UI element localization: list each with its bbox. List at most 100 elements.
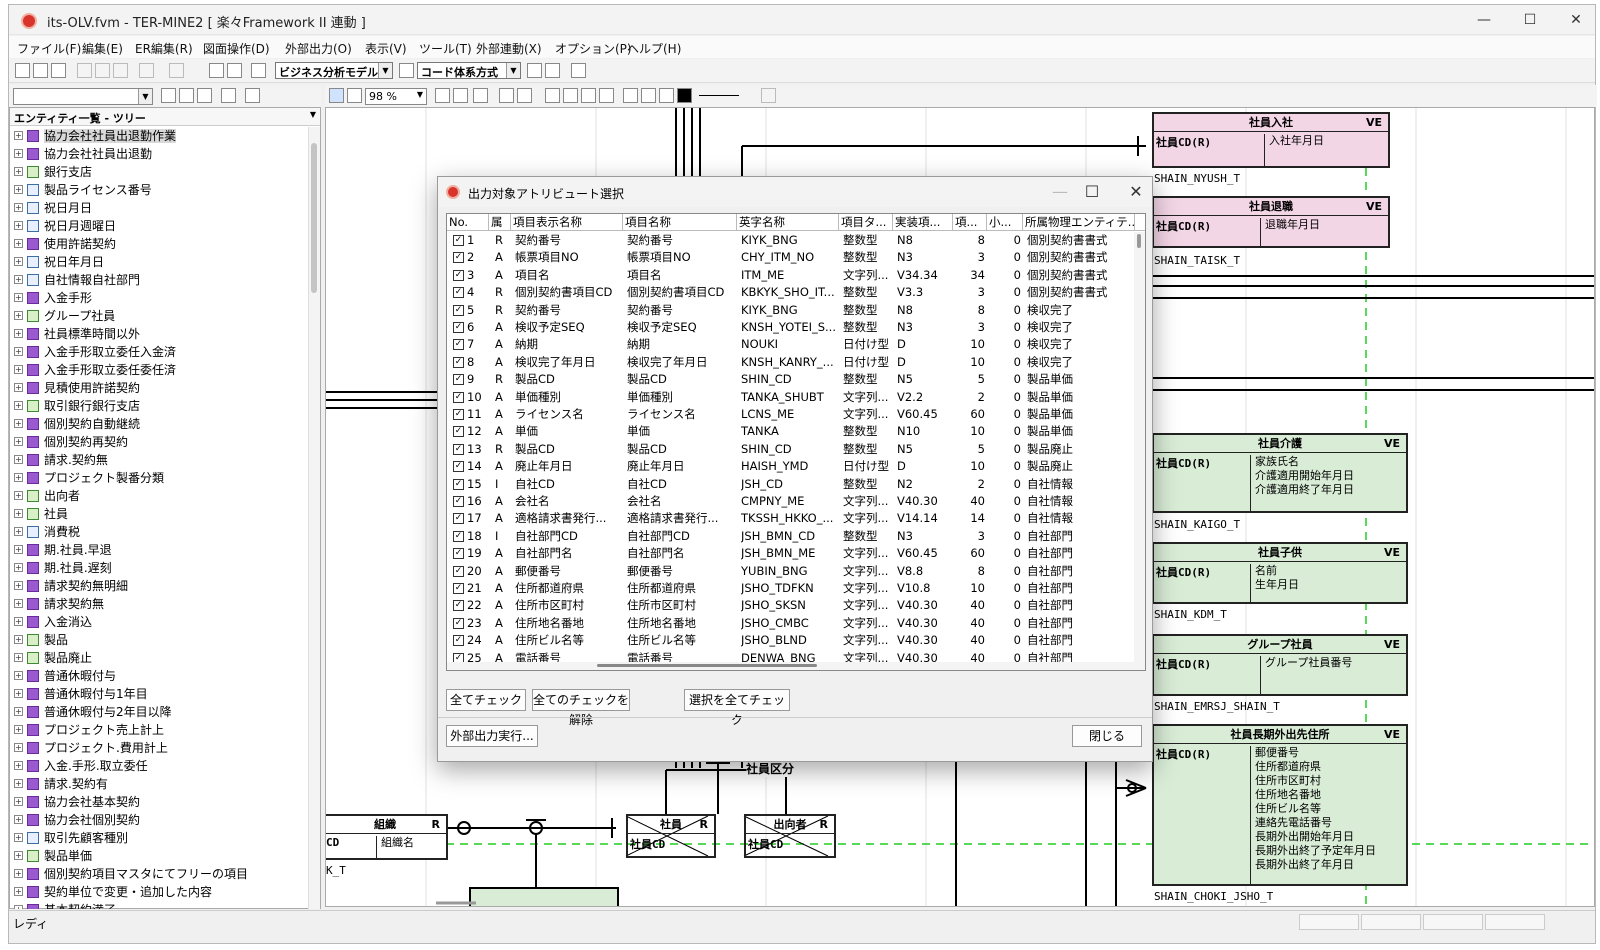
menu-diagram[interactable]: 図面操作(D)	[203, 40, 270, 57]
tree-item[interactable]: + 基本契約満了	[10, 901, 308, 909]
menu-help[interactable]: ヘルプ(H)	[627, 40, 681, 57]
check-all-button[interactable]: 全てチェック	[446, 689, 526, 711]
tree-item[interactable]: + 請求.契約無	[10, 451, 308, 469]
menu-external[interactable]: 外部連動(X)	[476, 40, 542, 57]
row-checkbox[interactable]: ✓	[453, 461, 464, 473]
expand-icon[interactable]: +	[14, 185, 23, 194]
tree-item[interactable]: + 自社情報自社部門	[10, 271, 308, 289]
tree-item[interactable]: + 見積使用許諾契約	[10, 379, 308, 397]
column-header[interactable]: 小...	[987, 214, 1023, 231]
table-icon[interactable]	[571, 63, 586, 78]
tree-item[interactable]: + 製品単価	[10, 847, 308, 865]
table-row[interactable]: ✓ 11 A ライセンス名 ライセンス名 LCNS_ME 文字列... V60.45 60 0 製品…	[447, 406, 1135, 423]
expand-icon[interactable]: +	[14, 437, 23, 446]
expand-icon[interactable]: +	[14, 347, 23, 356]
table-row[interactable]: ✓ 18 I 自社部門CD 自社部門CD JSH_BMN_CD 整数型 N3 3 0 自社部門	[447, 528, 1135, 545]
rect-tool-icon[interactable]	[659, 88, 674, 103]
row-checkbox[interactable]: ✓	[453, 617, 464, 629]
entity-shain-nyusha[interactable]: 社員入社 VE 社員CD(R) 入社年月日	[1152, 112, 1390, 168]
column-header[interactable]: 実装項...	[893, 214, 953, 231]
tree-item[interactable]: + プロジェクト製番分類	[10, 469, 308, 487]
tree-filter-combo[interactable]: ▼	[13, 88, 153, 105]
tree-item[interactable]: + 祝日月週曜日	[10, 217, 308, 235]
expand-icon[interactable]: +	[14, 617, 23, 626]
menu-tools[interactable]: ツール(T)	[419, 40, 472, 57]
minimize-button[interactable]: —	[1469, 10, 1499, 30]
code-combo[interactable]: コード体系方式 ▼	[417, 62, 521, 79]
entity-shain-kodomo[interactable]: 社員子供 VE 社員CD(R) 名前 生年月日	[1152, 542, 1408, 604]
open-icon[interactable]	[33, 63, 48, 78]
code-system-icon[interactable]	[399, 63, 414, 78]
tree-item[interactable]: + 製品ライセンス番号	[10, 181, 308, 199]
tree-item[interactable]: + 祝日年月日	[10, 253, 308, 271]
print-preview-icon[interactable]	[227, 63, 242, 78]
tree-item[interactable]: + 取引先顧客種別	[10, 829, 308, 847]
column-header[interactable]: 項目表示名称	[511, 214, 623, 231]
redo-icon[interactable]	[169, 63, 184, 78]
table-row[interactable]: ✓ 22 A 住所市区町村 住所市区町村 JSHO_SKSN 文字列... V40.30 40 0…	[447, 597, 1135, 614]
fit-icon[interactable]	[499, 88, 514, 103]
expand-icon[interactable]: +	[14, 779, 23, 788]
tree-options-icon[interactable]	[245, 88, 260, 103]
expand-icon[interactable]: +	[14, 167, 23, 176]
expand-icon[interactable]: +	[14, 275, 23, 284]
grid-toggle-icon[interactable]	[251, 63, 266, 78]
expand-icon[interactable]: +	[14, 383, 23, 392]
entity-shain[interactable]: 社員 R 社員CD	[626, 814, 716, 858]
expand-icon[interactable]: +	[14, 887, 23, 896]
save-icon[interactable]	[51, 63, 66, 78]
row-checkbox[interactable]: ✓	[453, 583, 464, 594]
column-header[interactable]: No.	[447, 214, 489, 231]
column-header[interactable]: 項...	[953, 214, 987, 231]
row-checkbox[interactable]: ✓	[453, 548, 464, 560]
tree-item[interactable]: + プロジェクト.費用計上	[10, 739, 308, 757]
expand-icon[interactable]: +	[14, 743, 23, 752]
relation-tool-icon[interactable]	[563, 88, 578, 103]
tree-item[interactable]: + 取引銀行銀行支店	[10, 397, 308, 415]
view-tool-icon[interactable]	[599, 88, 614, 103]
zoom-out-icon[interactable]	[453, 88, 468, 103]
entity-soshiki[interactable]: 組織 R CD 組織名	[326, 814, 448, 860]
find-entity-icon[interactable]	[161, 88, 176, 103]
entity-shain-choki[interactable]: 社員長期外出先住所 VE 社員CD(R) 郵便番号 住所都道府県 住所市区町村 住…	[1152, 724, 1408, 886]
tree-item[interactable]: + 協力会社基本契約	[10, 793, 308, 811]
entity-shain-taisha[interactable]: 社員退職 VE 社員CD(R) 退職年月日	[1152, 196, 1390, 248]
expand-icon[interactable]: +	[14, 527, 23, 536]
row-checkbox[interactable]: ✓	[453, 304, 464, 316]
tree-item[interactable]: + 入金消込	[10, 613, 308, 631]
menu-file[interactable]: ファイル(F)	[17, 40, 81, 57]
table-row[interactable]: ✓ 24 A 住所ビル名等 住所ビル名等 JSHO_BLND 文字列... V40.30 40 0…	[447, 632, 1135, 649]
cut-icon[interactable]	[77, 63, 92, 78]
table-row[interactable]: ✓ 3 A 項目名 項目名 ITM_ME 文字列... V34.34 34 0 個別契約書書式	[447, 267, 1135, 284]
column-header[interactable]: 項目名称	[623, 214, 737, 231]
row-checkbox[interactable]: ✓	[453, 235, 464, 246]
row-checkbox[interactable]: ✓	[453, 426, 464, 438]
tree-item[interactable]: + 入金手形取立委任委任済	[10, 361, 308, 379]
tree-item[interactable]: + 出向者	[10, 487, 308, 505]
tree-item[interactable]: + 社員	[10, 505, 308, 523]
tree-item[interactable]: + 請求契約無明細	[10, 577, 308, 595]
row-checkbox[interactable]: ✓	[453, 252, 464, 264]
table-row[interactable]: ✓ 21 A 住所都道府県 住所都道府県 JSHO_TDFKN 文字列... V10.8 10 0…	[447, 580, 1135, 597]
dialog-close-button[interactable]: ✕	[1122, 181, 1150, 203]
uncheck-all-button[interactable]: 全てのチェックを解除	[532, 689, 630, 727]
tree-item[interactable]: + 請求契約無	[10, 595, 308, 613]
font-icon[interactable]	[221, 88, 236, 103]
row-checkbox[interactable]: ✓	[453, 635, 464, 647]
tree-item[interactable]: + プロジェクト売上計上	[10, 721, 308, 739]
menu-er-edit[interactable]: ER編集(R)	[135, 40, 193, 57]
dialog-maximize-button[interactable]: ☐	[1078, 181, 1106, 203]
paste-icon[interactable]	[113, 63, 128, 78]
column-header[interactable]: 英字名称	[737, 214, 839, 231]
print-icon[interactable]	[209, 63, 224, 78]
tree-item[interactable]: + 期.社員.早退	[10, 541, 308, 559]
zoom-in-icon[interactable]	[435, 88, 450, 103]
table-row[interactable]: ✓ 8 A 検収完了年月日 検収完了年月日 KNSH_KANRY_... 日付け型 D 10 0 検…	[447, 354, 1135, 371]
sort-icon[interactable]	[197, 88, 212, 103]
expand-icon[interactable]: +	[14, 203, 23, 212]
new-icon[interactable]	[15, 63, 30, 78]
row-checkbox[interactable]: ✓	[453, 513, 464, 525]
tree-item[interactable]: + 入金.手形.取立委任	[10, 757, 308, 775]
expand-icon[interactable]: +	[14, 581, 23, 590]
grid-hscroll-thumb[interactable]	[597, 664, 817, 667]
